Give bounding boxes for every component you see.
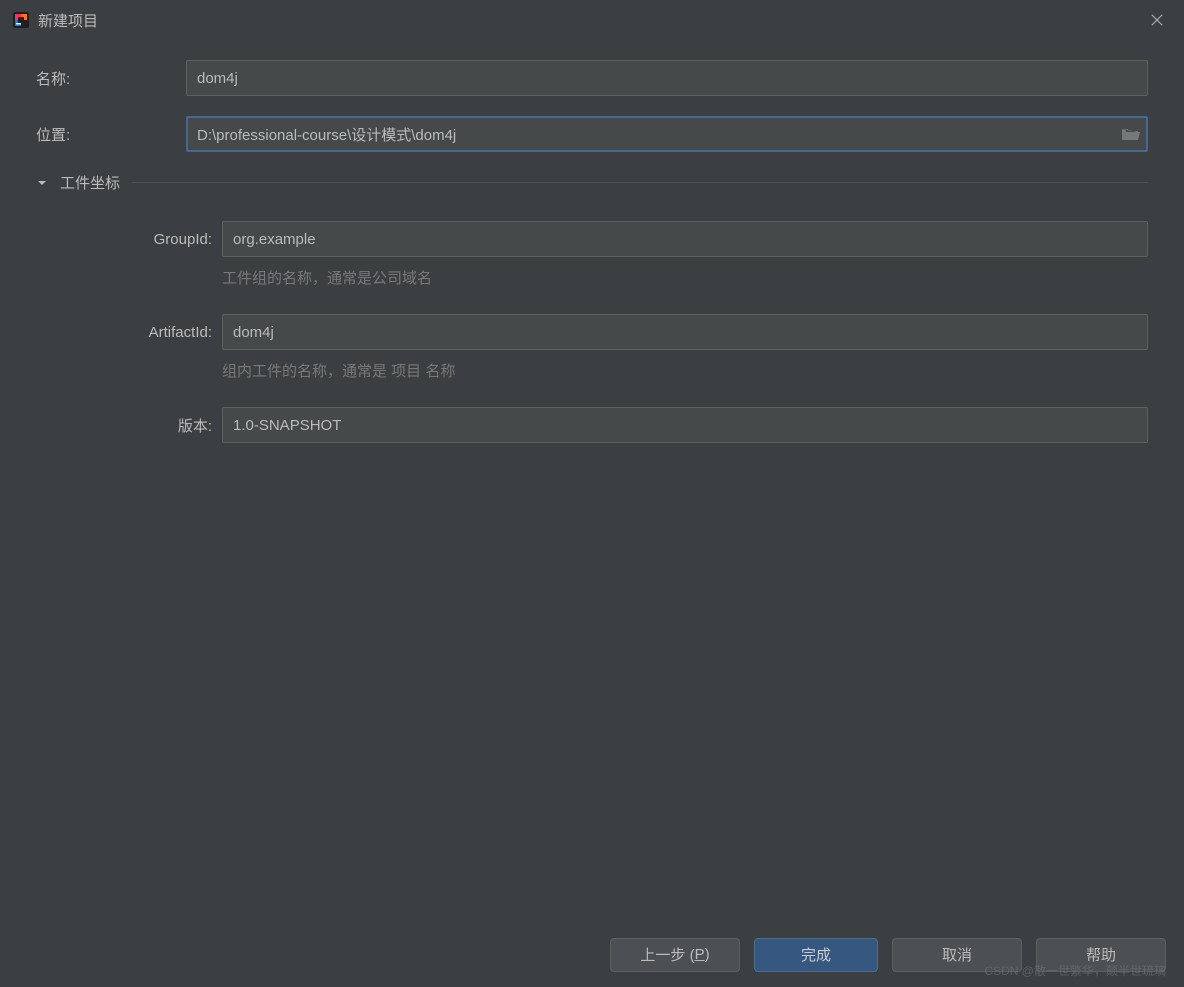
artifact-coordinates-header[interactable]: 工件坐标: [36, 172, 1148, 193]
name-input[interactable]: [186, 60, 1148, 96]
artifactid-hint: 组内工件的名称，通常是 项目 名称: [222, 360, 1148, 381]
previous-button[interactable]: 上一步 (P): [610, 938, 740, 972]
location-label: 位置:: [36, 124, 186, 145]
dialog-footer: 上一步 (P) 完成 取消 帮助: [0, 921, 1184, 987]
window-title: 新建项目: [38, 10, 98, 31]
previous-label-suffix: ): [705, 946, 710, 963]
version-label: 版本:: [36, 415, 222, 436]
previous-label-prefix: 上一步 (: [640, 944, 694, 965]
finish-button[interactable]: 完成: [754, 938, 878, 972]
close-icon: [1150, 13, 1164, 27]
groupid-label: GroupId:: [36, 231, 222, 248]
groupid-input[interactable]: [222, 221, 1148, 257]
folder-open-icon: [1120, 125, 1142, 143]
section-title: 工件坐标: [60, 172, 120, 193]
name-row: 名称:: [36, 60, 1148, 96]
finish-label: 完成: [801, 944, 831, 965]
cancel-button[interactable]: 取消: [892, 938, 1022, 972]
version-block: 版本:: [36, 407, 1148, 443]
titlebar: 新建项目: [0, 0, 1184, 40]
location-input[interactable]: [186, 116, 1148, 152]
name-label: 名称:: [36, 68, 186, 89]
help-button[interactable]: 帮助: [1036, 938, 1166, 972]
version-input[interactable]: [222, 407, 1148, 443]
close-button[interactable]: [1142, 5, 1172, 35]
new-project-dialog: 新建项目 名称: 位置:: [0, 0, 1184, 987]
section-divider: [132, 182, 1148, 183]
intellij-idea-icon: [12, 11, 30, 29]
artifactid-label: ArtifactId:: [36, 324, 222, 341]
groupid-block: GroupId: 工件组的名称，通常是公司域名: [36, 221, 1148, 310]
cancel-label: 取消: [942, 944, 972, 965]
artifactid-block: ArtifactId: 组内工件的名称，通常是 项目 名称: [36, 314, 1148, 403]
browse-folder-button[interactable]: [1120, 125, 1142, 143]
help-label: 帮助: [1086, 944, 1116, 965]
previous-mnemonic: P: [695, 946, 705, 963]
groupid-hint: 工件组的名称，通常是公司域名: [222, 267, 1148, 288]
chevron-down-icon: [36, 177, 60, 189]
artifactid-input[interactable]: [222, 314, 1148, 350]
location-row: 位置:: [36, 116, 1148, 152]
dialog-body: 名称: 位置: 工件坐标: [0, 40, 1184, 921]
